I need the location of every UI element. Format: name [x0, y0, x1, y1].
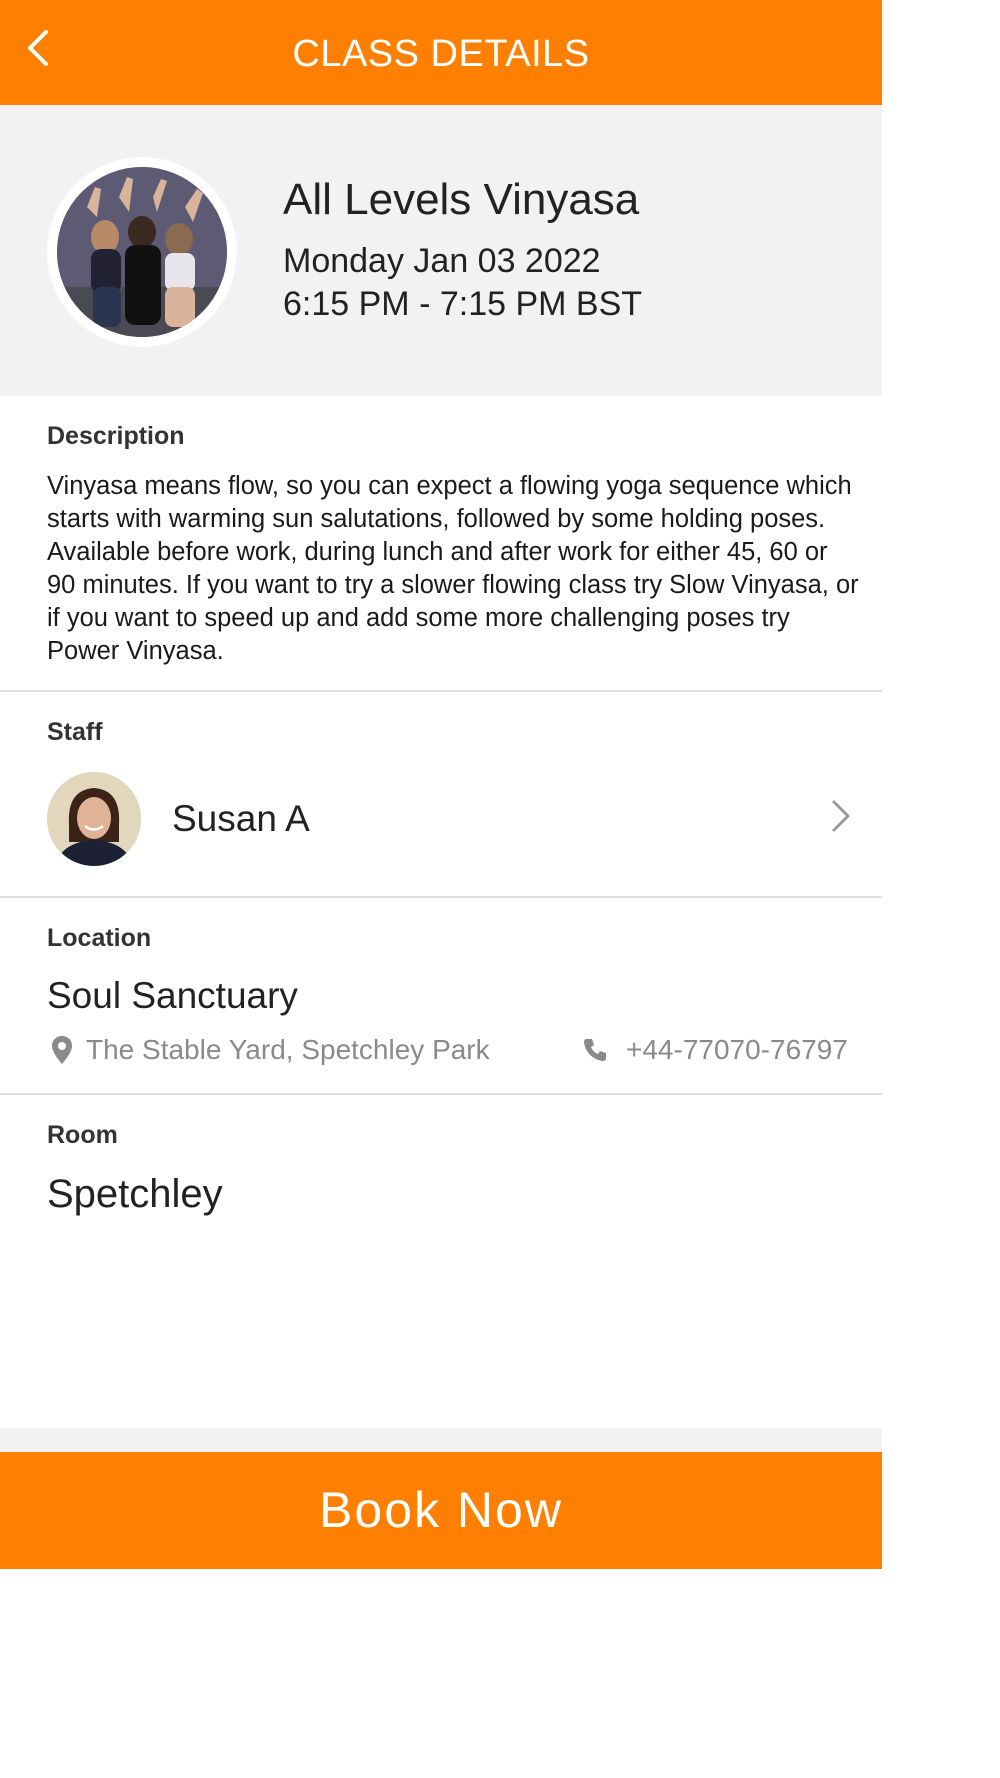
staff-avatar	[47, 772, 141, 866]
location-phone-link[interactable]: +44-77070-76797	[626, 1034, 848, 1066]
location-label: Location	[47, 924, 152, 952]
phone-icon	[584, 1039, 606, 1061]
class-details-page: CLASS DETAILS All Levels Vinyasa Monday …	[0, 0, 882, 1778]
description-text: Vinyasa means flow, so you can expect a …	[47, 472, 859, 665]
room-label: Room	[47, 1121, 118, 1149]
footer-spacer	[0, 1428, 882, 1452]
divider	[0, 1093, 882, 1095]
class-time: 6:15 PM - 7:15 PM BST	[283, 285, 643, 323]
chevron-right-icon	[832, 800, 850, 832]
room-name: Spetchley	[47, 1172, 223, 1216]
app-header: CLASS DETAILS	[0, 0, 882, 105]
class-date: Monday Jan 03 2022	[283, 242, 601, 280]
chevron-left-icon	[28, 30, 48, 66]
location-name: Soul Sanctuary	[47, 975, 298, 1016]
class-image-frame	[47, 157, 237, 347]
class-title: All Levels Vinyasa	[283, 175, 640, 224]
class-summary: All Levels Vinyasa Monday Jan 03 2022 6:…	[0, 105, 882, 396]
description-label: Description	[47, 422, 185, 450]
location-address-link[interactable]: The Stable Yard, Spetchley Park	[86, 1034, 490, 1066]
screen: CLASS DETAILS All Levels Vinyasa Monday …	[0, 0, 1000, 1778]
map-pin-icon	[52, 1036, 72, 1064]
staff-name: Susan A	[172, 798, 310, 839]
staff-label: Staff	[47, 718, 103, 746]
staff-row[interactable]: Susan A	[0, 760, 882, 884]
page-title: CLASS DETAILS	[292, 33, 590, 75]
yoga-class-photo	[57, 167, 227, 337]
divider	[0, 896, 882, 898]
book-now-button[interactable]: Book Now	[0, 1452, 882, 1569]
divider	[0, 690, 882, 692]
back-button[interactable]	[24, 28, 64, 68]
